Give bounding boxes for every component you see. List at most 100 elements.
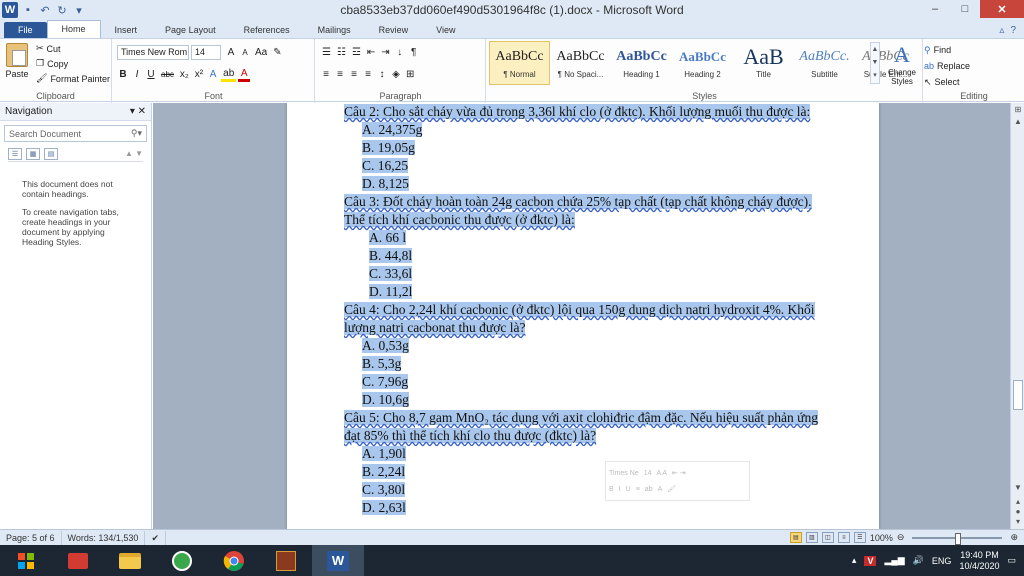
strikethrough-button[interactable]: abc: [159, 67, 176, 82]
mini-highlight-icon[interactable]: ab: [645, 486, 653, 493]
decrease-indent-icon[interactable]: ⇤: [365, 45, 377, 60]
copy-button[interactable]: ❐ Copy: [36, 58, 68, 69]
full-screen-view-icon[interactable]: ▥: [805, 532, 818, 543]
tray-expand-icon[interactable]: ▴: [852, 555, 857, 566]
mini-color-icon[interactable]: A: [658, 486, 663, 493]
close-button[interactable]: ✕: [980, 0, 1024, 18]
taskbar-file-explorer[interactable]: [104, 545, 156, 576]
scroll-thumb[interactable]: [1013, 380, 1023, 410]
subscript-button[interactable]: x₂: [178, 67, 191, 82]
mini-font-size[interactable]: 14: [644, 470, 652, 477]
shrink-font-button[interactable]: A: [239, 45, 251, 60]
bullets-icon[interactable]: ☰: [320, 45, 333, 60]
bold-button[interactable]: B: [117, 67, 129, 82]
language-indicator[interactable]: ENG: [932, 556, 952, 566]
underline-button[interactable]: U: [145, 67, 157, 82]
save-icon[interactable]: ▪: [21, 3, 35, 17]
prev-page-icon[interactable]: ▴: [1011, 497, 1024, 506]
superscript-button[interactable]: x²: [193, 67, 205, 82]
style-subtitle[interactable]: AaBbCc. Subtitle: [794, 41, 855, 85]
start-button[interactable]: [0, 545, 52, 576]
numbering-icon[interactable]: ☷: [335, 45, 348, 60]
mini-indent-icon[interactable]: ⇤ ⇥: [672, 469, 686, 477]
mini-painter-icon[interactable]: 🖌: [667, 485, 676, 493]
style-no-spacing[interactable]: AaBbCc ¶ No Spaci...: [550, 41, 611, 85]
search-icon[interactable]: ⚲▾: [131, 128, 142, 139]
zoom-slider[interactable]: [912, 532, 1003, 545]
taskbar-chrome[interactable]: [208, 545, 260, 576]
find-button[interactable]: ⚲ Find: [924, 42, 970, 58]
close-navigation-icon[interactable]: ▾ ✕: [130, 106, 146, 117]
answer-option[interactable]: D. 11,2l: [342, 283, 842, 301]
mini-align-icon[interactable]: ≡: [636, 486, 640, 493]
answer-option[interactable]: B. 5,3g: [342, 355, 842, 373]
answer-option[interactable]: A. 66 l: [342, 229, 842, 247]
prev-next-arrows[interactable]: ▲ ▼: [125, 148, 143, 160]
answer-option[interactable]: B. 44,8l: [342, 247, 842, 265]
mini-toolbar[interactable]: Times Ne 14 A A ⇤ ⇥ B I U ≡ ab A 🖌: [605, 461, 750, 501]
answer-option[interactable]: C. 7,96g: [342, 373, 842, 391]
question-line[interactable]: lượng natri cacbonat thu được là?: [342, 319, 842, 337]
proofing-icon[interactable]: ✔: [145, 530, 166, 545]
shading-icon[interactable]: ◈: [390, 67, 402, 82]
multilevel-list-icon[interactable]: ☲: [350, 45, 363, 60]
zoom-in-icon[interactable]: ⊕: [1010, 532, 1018, 543]
font-name-box[interactable]: Times New Rom: [117, 45, 189, 60]
notifications-icon[interactable]: ▭: [1007, 555, 1016, 566]
browse-headings-icon[interactable]: ☰: [8, 147, 22, 160]
zoom-out-icon[interactable]: ⊖: [897, 532, 905, 543]
browse-pages-icon[interactable]: ▦: [26, 147, 40, 160]
align-left-icon[interactable]: ≡: [320, 67, 332, 82]
styles-scroll[interactable]: ▲ ▼ ▾: [870, 42, 880, 84]
page-indicator[interactable]: Page: 5 of 6: [0, 530, 62, 545]
next-page-icon[interactable]: ▾: [1011, 517, 1024, 526]
highlight-icon[interactable]: ab: [221, 67, 237, 82]
scroll-up-arrow[interactable]: ▲: [1011, 117, 1024, 126]
tab-view[interactable]: View: [422, 22, 469, 38]
show-marks-button[interactable]: ¶: [408, 45, 420, 60]
answer-option[interactable]: D. 8,125: [342, 175, 842, 193]
mini-underline-icon[interactable]: U: [626, 486, 631, 493]
mini-bold-icon[interactable]: B: [609, 486, 614, 493]
format-painter-button[interactable]: 🖌 Format Painter: [36, 73, 110, 84]
font-size-box[interactable]: 14: [191, 45, 221, 60]
redo-icon[interactable]: ↻: [55, 3, 69, 17]
mini-italic-icon[interactable]: I: [619, 486, 621, 493]
question-line[interactable]: Thể tích khí cacbonic thu được (ở đktc) …: [342, 211, 842, 229]
answer-option[interactable]: D. 2,63l: [342, 499, 842, 517]
text-effects-icon[interactable]: A: [207, 67, 219, 82]
grow-font-button[interactable]: A: [225, 45, 237, 60]
style-heading-2[interactable]: AaBbCc Heading 2: [672, 41, 733, 85]
customize-qat-icon[interactable]: ▾: [72, 3, 86, 17]
answer-option[interactable]: A. 24,375g: [342, 121, 842, 139]
change-styles-button[interactable]: A Change Styles: [882, 42, 922, 86]
help-icon[interactable]: ?: [1010, 25, 1016, 36]
maximize-button[interactable]: □: [950, 0, 980, 18]
cut-button[interactable]: ✂ Cut: [36, 43, 61, 54]
outline-view-icon[interactable]: ≡: [837, 532, 850, 543]
browse-results-icon[interactable]: ▤: [44, 147, 58, 160]
paste-button[interactable]: Paste: [4, 43, 30, 79]
answer-option[interactable]: C. 3,80l: [342, 481, 842, 499]
sort-icon[interactable]: ↓: [394, 45, 406, 60]
style-normal[interactable]: AaBbCc ¶ Normal: [489, 41, 550, 85]
italic-button[interactable]: I: [131, 67, 143, 82]
answer-option[interactable]: C. 33,6l: [342, 265, 842, 283]
line-spacing-icon[interactable]: ↕: [376, 67, 388, 82]
question-line[interactable]: Câu 3: Đốt cháy hoàn toàn 24g cacbon chứ…: [342, 193, 842, 211]
volume-icon[interactable]: 🔊: [913, 555, 924, 566]
zoom-level[interactable]: 100%: [870, 533, 893, 543]
word-count[interactable]: Words: 134/1,530: [62, 530, 146, 545]
taskbar-green-app[interactable]: [156, 545, 208, 576]
style-title[interactable]: AaB Title: [733, 41, 794, 85]
tab-mailings[interactable]: Mailings: [304, 22, 365, 38]
minimize-ribbon-icon[interactable]: ▵: [999, 25, 1004, 36]
vertical-scrollbar[interactable]: ⊞ ▲ ▼ ▴ ● ▾: [1010, 103, 1024, 529]
align-center-icon[interactable]: ≡: [334, 67, 346, 82]
answer-option[interactable]: B. 19,05g: [342, 139, 842, 157]
taskbar-game[interactable]: [260, 545, 312, 576]
answer-option[interactable]: A. 1,90l: [342, 445, 842, 463]
font-color-button[interactable]: A: [238, 67, 251, 82]
antivirus-icon[interactable]: V: [864, 555, 877, 566]
web-layout-view-icon[interactable]: ◫: [821, 532, 834, 543]
